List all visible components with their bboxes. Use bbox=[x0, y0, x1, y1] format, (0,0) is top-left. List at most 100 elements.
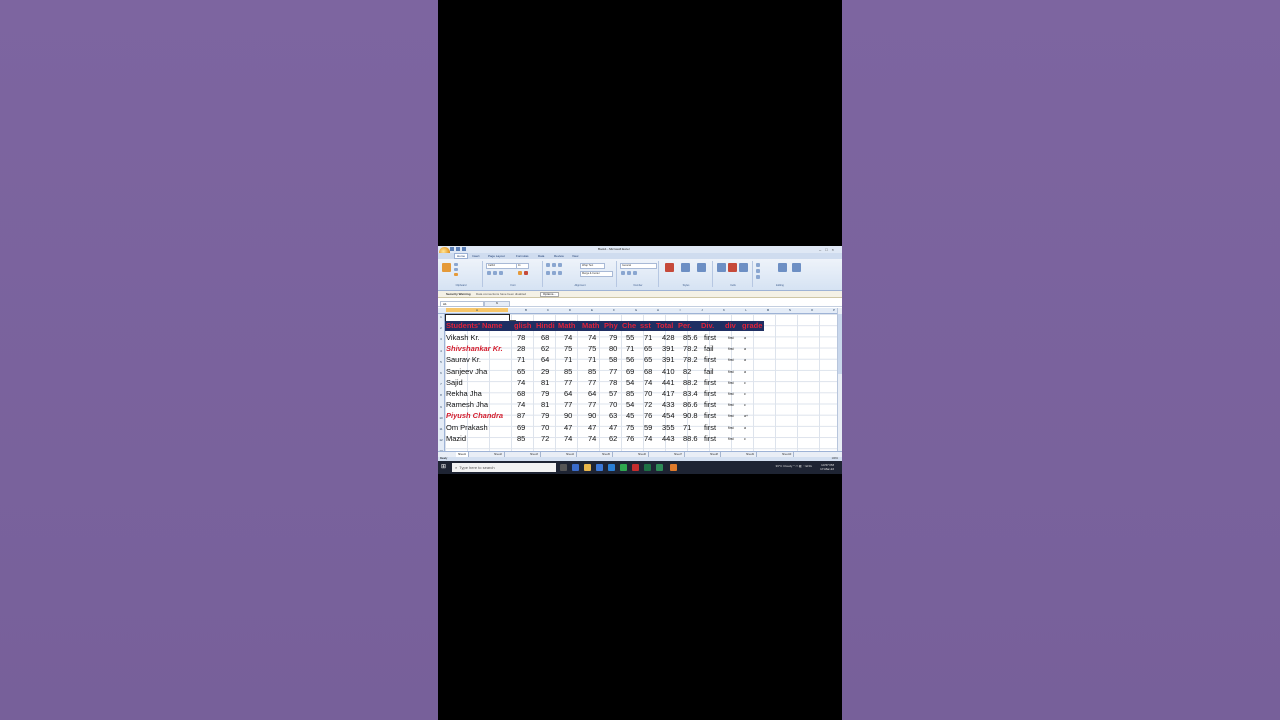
vertical-scrollbar[interactable] bbox=[837, 308, 842, 456]
student-name-cell[interactable]: Sanjeev Jha bbox=[446, 366, 487, 377]
row-header-12[interactable]: 12 bbox=[438, 438, 444, 442]
table-cell[interactable]: a bbox=[744, 355, 746, 366]
table-cell[interactable]: c bbox=[744, 400, 746, 411]
column-header-j[interactable]: J bbox=[692, 308, 712, 312]
clock[interactable]: 14:57 PM 17-Mar-22 bbox=[820, 463, 834, 471]
table-header-cell[interactable]: Total bbox=[656, 321, 673, 331]
table-cell[interactable]: 69 bbox=[626, 366, 634, 377]
security-options-button[interactable]: Options... bbox=[540, 292, 559, 297]
table-cell[interactable]: 90 bbox=[588, 410, 596, 421]
table-cell[interactable]: 454 bbox=[662, 410, 675, 421]
table-cell[interactable]: 75 bbox=[626, 422, 634, 433]
column-header-f[interactable]: F bbox=[604, 308, 624, 312]
student-name-cell[interactable]: Sajid bbox=[446, 377, 463, 388]
table-cell[interactable]: 86.6 bbox=[683, 399, 698, 410]
merge-center-button[interactable]: Merge & Center bbox=[580, 271, 613, 277]
row-header-3[interactable]: 3 bbox=[438, 337, 444, 341]
table-cell[interactable]: 443 bbox=[662, 433, 675, 444]
table-header-cell[interactable]: Math bbox=[558, 321, 576, 331]
row-header-5[interactable]: 5 bbox=[438, 360, 444, 364]
table-cell[interactable]: 71 bbox=[683, 422, 691, 433]
table-cell[interactable]: 45 bbox=[626, 410, 634, 421]
student-name-cell[interactable]: Om Prakash bbox=[446, 422, 488, 433]
table-cell[interactable]: first bbox=[728, 423, 734, 434]
table-cell[interactable]: 75 bbox=[564, 343, 572, 354]
table-cell[interactable]: 63 bbox=[609, 410, 617, 421]
table-cell[interactable]: 62 bbox=[541, 343, 549, 354]
table-cell[interactable]: 79 bbox=[609, 332, 617, 343]
table-header-cell[interactable]: Per. bbox=[678, 321, 692, 331]
table-cell[interactable]: c bbox=[744, 378, 746, 389]
table-cell[interactable]: 74 bbox=[517, 377, 525, 388]
window-controls[interactable]: –□× bbox=[819, 247, 838, 252]
table-cell[interactable]: 417 bbox=[662, 388, 675, 399]
table-cell[interactable]: 55 bbox=[626, 332, 634, 343]
table-cell[interactable]: first bbox=[704, 388, 716, 399]
table-cell[interactable]: a bbox=[744, 333, 746, 344]
task-view-icon[interactable] bbox=[560, 464, 567, 471]
italic-icon[interactable] bbox=[493, 271, 497, 275]
table-cell[interactable]: first bbox=[704, 410, 716, 421]
store-icon[interactable] bbox=[596, 464, 603, 471]
student-name-cell[interactable]: Shivshankar Kr. bbox=[446, 343, 503, 354]
table-cell[interactable]: first bbox=[704, 422, 716, 433]
table-cell[interactable]: 75 bbox=[588, 343, 596, 354]
table-header-cell[interactable]: sst bbox=[640, 321, 651, 331]
table-cell[interactable]: 74 bbox=[517, 399, 525, 410]
table-cell[interactable]: 74 bbox=[644, 377, 652, 388]
format-cells-icon[interactable] bbox=[739, 263, 748, 272]
table-cell[interactable]: 85 bbox=[564, 366, 572, 377]
align-bottom-icon[interactable] bbox=[558, 263, 562, 267]
table-cell[interactable]: 77 bbox=[588, 377, 596, 388]
table-header-cell[interactable]: Hindi bbox=[536, 321, 555, 331]
column-header-o[interactable]: O bbox=[802, 308, 822, 312]
table-header-cell[interactable]: Math bbox=[582, 321, 600, 331]
sort-filter-icon[interactable] bbox=[778, 263, 787, 272]
table-cell[interactable]: 47 bbox=[588, 422, 596, 433]
table-cell[interactable]: first bbox=[728, 389, 734, 400]
mail-icon[interactable] bbox=[608, 464, 615, 471]
table-cell[interactable]: 74 bbox=[588, 433, 596, 444]
table-cell[interactable]: c bbox=[744, 434, 746, 445]
table-cell[interactable]: a bbox=[744, 367, 746, 378]
table-cell[interactable]: 78.2 bbox=[683, 343, 698, 354]
tab-view[interactable]: View bbox=[572, 254, 578, 258]
row-header-10[interactable]: 10 bbox=[438, 416, 444, 420]
table-header-cell[interactable]: glish bbox=[514, 321, 532, 331]
table-cell[interactable]: 85 bbox=[588, 366, 596, 377]
row-header-6[interactable]: 6 bbox=[438, 371, 444, 375]
font-color-icon[interactable] bbox=[524, 271, 528, 275]
table-cell[interactable]: 85 bbox=[517, 433, 525, 444]
table-cell[interactable]: 77 bbox=[564, 399, 572, 410]
delete-cells-icon[interactable] bbox=[728, 263, 737, 272]
table-cell[interactable]: a bbox=[744, 423, 746, 434]
column-header-a[interactable]: A bbox=[446, 308, 508, 312]
table-cell[interactable]: 65 bbox=[644, 343, 652, 354]
table-cell[interactable]: 72 bbox=[541, 433, 549, 444]
table-cell[interactable]: 70 bbox=[644, 388, 652, 399]
table-cell[interactable]: 56 bbox=[626, 354, 634, 365]
column-header-i[interactable]: I bbox=[670, 308, 690, 312]
tab-insert[interactable]: Insert bbox=[472, 254, 480, 258]
column-header-l[interactable]: L bbox=[736, 308, 756, 312]
table-cell[interactable]: 47 bbox=[609, 422, 617, 433]
column-header-n[interactable]: N bbox=[780, 308, 800, 312]
table-header-cell[interactable]: Div. bbox=[701, 321, 714, 331]
table-cell[interactable]: 62 bbox=[609, 433, 617, 444]
table-cell[interactable]: 88.2 bbox=[683, 377, 698, 388]
table-cell[interactable]: 70 bbox=[541, 422, 549, 433]
autosum-icon[interactable] bbox=[756, 263, 760, 267]
row-header-1[interactable]: 1 bbox=[438, 315, 444, 319]
table-cell[interactable]: 28 bbox=[517, 343, 525, 354]
table-cell[interactable]: 68 bbox=[517, 388, 525, 399]
table-cell[interactable]: 65 bbox=[517, 366, 525, 377]
row-header-2[interactable]: 2 bbox=[438, 326, 444, 330]
table-cell[interactable]: 64 bbox=[541, 354, 549, 365]
table-cell[interactable]: a+ bbox=[744, 411, 748, 422]
cell-styles-icon[interactable] bbox=[697, 263, 706, 272]
table-cell[interactable]: 29 bbox=[541, 366, 549, 377]
tab-review[interactable]: Review bbox=[554, 254, 564, 258]
column-header-m[interactable]: M bbox=[758, 308, 778, 312]
paste-icon[interactable] bbox=[442, 263, 451, 272]
table-cell[interactable]: fail bbox=[704, 366, 714, 377]
